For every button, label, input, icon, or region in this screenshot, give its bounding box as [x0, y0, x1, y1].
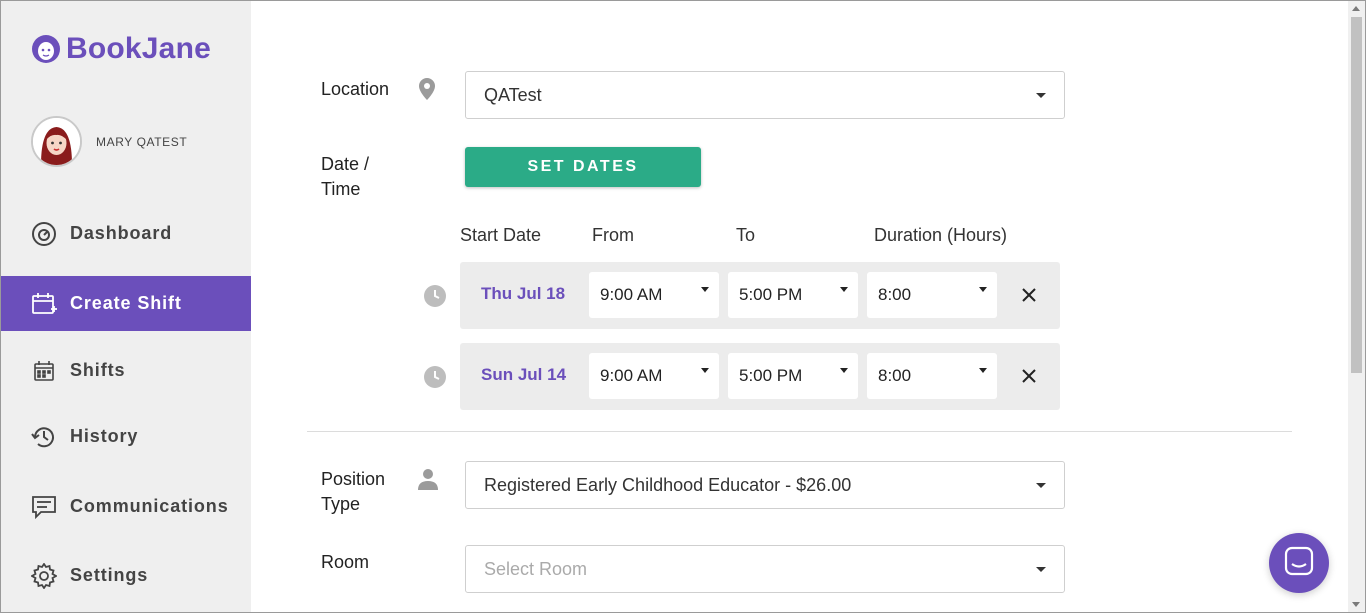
user-name: MARY QATEST [96, 134, 188, 149]
from-time-select[interactable]: 9:00 AM [589, 272, 719, 318]
history-clock-icon [30, 423, 58, 451]
user-profile[interactable]: MARY QATEST [31, 116, 187, 167]
nav-settings[interactable]: Settings [1, 548, 251, 603]
nav-communications-label: Communications [70, 496, 229, 516]
from-time-select[interactable]: 9:00 AM [589, 353, 719, 399]
close-icon[interactable] [1020, 367, 1038, 385]
person-icon [417, 468, 439, 495]
column-to: To [736, 225, 756, 245]
shift-row: Thu Jul 18 9:00 AM 5:00 PM 8:00 [460, 262, 1060, 329]
dashboard-gauge-icon [30, 220, 58, 248]
location-value: QATest [484, 84, 542, 105]
location-select[interactable]: QATest [465, 71, 1065, 119]
vertical-scrollbar[interactable] [1348, 1, 1365, 612]
to-time-value: 5:00 PM [739, 285, 803, 304]
chat-message-icon [30, 493, 58, 521]
location-pin-icon [418, 78, 436, 105]
datetime-label: Date / Time [321, 152, 369, 202]
from-time-value: 9:00 AM [600, 366, 663, 385]
nav-shifts[interactable]: Shifts [1, 343, 251, 398]
shift-date[interactable]: Sun Jul 14 [481, 365, 566, 385]
room-label: Room [321, 552, 370, 572]
shift-date[interactable]: Thu Jul 18 [481, 284, 565, 304]
position-type-value: Registered Early Childhood Educator - $2… [484, 474, 852, 495]
calendar-icon [30, 357, 58, 385]
chat-bubble-icon [1284, 546, 1314, 581]
position-label-line1: Position [321, 469, 386, 489]
nav-create-shift-label: Create Shift [70, 293, 182, 313]
location-label: Location [321, 79, 390, 99]
column-start-date: Start Date [460, 225, 542, 245]
avatar [31, 116, 82, 167]
close-icon[interactable] [1020, 286, 1038, 304]
chevron-down-icon [979, 287, 987, 292]
scrollbar-thumb[interactable] [1351, 17, 1362, 373]
scroll-down-arrow-icon[interactable] [1352, 602, 1360, 607]
position-type-select[interactable]: Registered Early Childhood Educator - $2… [465, 461, 1065, 509]
brand-logo[interactable]: BookJane [31, 31, 211, 67]
nav-history[interactable]: History [1, 409, 251, 464]
bookjane-logo-icon [31, 31, 61, 67]
shift-row: Sun Jul 14 9:00 AM 5:00 PM 8:00 [460, 343, 1060, 410]
chevron-down-icon [1036, 483, 1046, 488]
clock-icon [424, 366, 446, 388]
section-divider [307, 431, 1292, 432]
brand-name: BookJane [66, 32, 211, 65]
chevron-down-icon [701, 368, 709, 373]
position-label-line2: Type [321, 494, 361, 514]
datetime-label-line1: Date / [321, 154, 370, 174]
chevron-down-icon [1036, 93, 1046, 98]
scroll-up-arrow-icon[interactable] [1352, 6, 1360, 11]
from-time-value: 9:00 AM [600, 285, 663, 304]
to-time-select[interactable]: 5:00 PM [728, 353, 858, 399]
room-select[interactable]: Select Room [465, 545, 1065, 593]
chevron-down-icon [1036, 567, 1046, 572]
nav-create-shift[interactable]: Create Shift [1, 276, 251, 331]
nav-shifts-label: Shifts [70, 360, 126, 380]
gear-icon [30, 562, 58, 590]
nav-settings-label: Settings [70, 565, 149, 585]
column-duration: Duration (Hours) [874, 225, 1008, 245]
duration-value: 8:00 [878, 285, 912, 304]
to-time-select[interactable]: 5:00 PM [728, 272, 858, 318]
sidebar: BookJane MARY QATEST Dashboard Create Sh… [1, 1, 251, 612]
duration-select[interactable]: 8:00 [867, 353, 997, 399]
room-placeholder: Select Room [484, 558, 588, 579]
chat-launcher-button[interactable] [1269, 533, 1329, 593]
position-type-label: Position Type [321, 467, 385, 517]
calendar-plus-icon [30, 290, 58, 318]
clock-icon [424, 285, 446, 307]
chevron-down-icon [840, 287, 848, 292]
set-dates-button[interactable]: SET DATES [465, 147, 701, 187]
nav-dashboard-label: Dashboard [70, 223, 173, 243]
chevron-down-icon [840, 368, 848, 373]
datetime-label-line2: Time [321, 179, 361, 199]
chevron-down-icon [979, 368, 987, 373]
chevron-down-icon [701, 287, 709, 292]
nav-history-label: History [70, 426, 139, 446]
duration-select[interactable]: 8:00 [867, 272, 997, 318]
column-from: From [592, 225, 634, 245]
nav-dashboard[interactable]: Dashboard [1, 206, 251, 261]
duration-value: 8:00 [878, 366, 912, 385]
nav-communications[interactable]: Communications [1, 479, 251, 534]
create-shift-form: Location QATest Date / Time SET DATES St… [252, 1, 1348, 612]
to-time-value: 5:00 PM [739, 366, 803, 385]
